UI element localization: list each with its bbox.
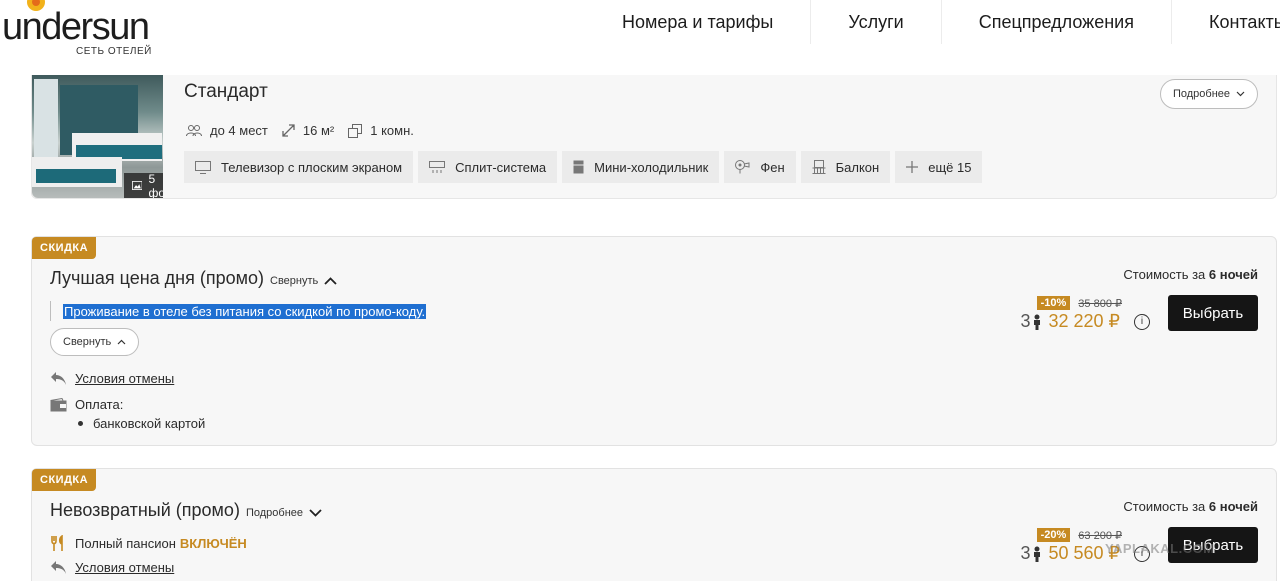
- discount-row: -20% 63 200 ₽: [1036, 528, 1122, 542]
- main-nav: Номера и тарифы Услуги Спецпредложения К…: [585, 0, 1280, 44]
- chevron-down-icon: [309, 509, 322, 517]
- payment-method-item: банковской картой: [78, 416, 205, 431]
- spec-capacity: до 4 мест: [186, 123, 268, 138]
- discount-badge: СКИДКА: [32, 237, 97, 259]
- rate-title: Невозвратный (промо) Подробнее: [50, 500, 322, 521]
- price-info-icon[interactable]: i: [1134, 313, 1150, 330]
- rate-card-non-refundable: СКИДКА Невозвратный (промо) Подробнее По…: [31, 468, 1277, 581]
- rate-card-best-price: СКИДКА Лучшая цена дня (промо) Свернуть …: [31, 236, 1277, 446]
- room-card: 5 фото Стандарт до 4 мест 16 м² 1 комн. …: [31, 75, 1277, 199]
- watermark: YAPLAKAL.COM: [1105, 541, 1215, 556]
- old-price: 35 800 ₽: [1078, 297, 1122, 310]
- discount-row: -10% 35 800 ₽: [1036, 296, 1122, 310]
- photo-count-badge[interactable]: 5 фото: [124, 171, 163, 199]
- chevron-down-icon: [1236, 91, 1245, 97]
- people-icon: [186, 124, 202, 136]
- amenity-balcony: Балкон: [800, 151, 891, 183]
- amenity-more[interactable]: ещё 15: [895, 151, 983, 183]
- fork-knife-icon: [51, 535, 63, 551]
- amenity-fridge: Мини-холодильник: [562, 151, 720, 183]
- site-header: undersun СЕТЬ ОТЕЛЕЙ Номера и тарифы Усл…: [0, 0, 1280, 75]
- meal-info: Полный пансион ВКЛЮЧЁН: [50, 535, 247, 552]
- undo-arrow-icon: [51, 561, 66, 574]
- rooms-icon: [348, 123, 363, 138]
- cost-label: Стоимость за 6 ночей: [1123, 267, 1258, 282]
- logo[interactable]: undersun СЕТЬ ОТЕЛЕЙ: [0, 0, 160, 70]
- hairdryer-icon: [735, 160, 750, 174]
- nav-rooms-and-rates[interactable]: Номера и тарифы: [585, 0, 812, 44]
- room-photo[interactable]: 5 фото: [32, 75, 163, 198]
- logo-wordmark: undersun: [2, 6, 150, 48]
- payment-info: Оплата:: [50, 397, 123, 412]
- discount-percent: -10%: [1036, 296, 1071, 310]
- person-icon: [1034, 314, 1041, 330]
- photo-count-label: 5 фото: [148, 171, 163, 199]
- rate-description: Проживание в отеле без питания со скидко…: [50, 301, 427, 321]
- image-icon: [132, 181, 143, 190]
- undo-arrow-icon: [51, 372, 66, 385]
- fridge-icon: [573, 160, 584, 174]
- guest-count: 3: [1020, 311, 1042, 332]
- discount-badge: СКИДКА: [32, 469, 97, 491]
- logo-subtitle: СЕТЬ ОТЕЛЕЙ: [76, 46, 152, 57]
- rate-title: Лучшая цена дня (промо) Свернуть: [50, 268, 337, 289]
- amenity-tv: Телевизор с плоским экраном: [184, 151, 414, 183]
- nav-services[interactable]: Услуги: [811, 0, 942, 44]
- guest-count: 3: [1020, 543, 1042, 564]
- room-details-button[interactable]: Подробнее: [1159, 79, 1258, 109]
- price-box: Стоимость за 6 ночей -20% 63 200 ₽ 3 50 …: [998, 499, 1258, 569]
- rate-name: Невозвратный (промо): [50, 500, 240, 520]
- cost-label: Стоимость за 6 ночей: [1123, 499, 1258, 514]
- amenity-hairdryer: Фен: [724, 151, 796, 183]
- room-title: Стандарт: [184, 81, 268, 102]
- area-icon: [282, 124, 295, 137]
- select-button[interactable]: Выбрать: [1168, 295, 1258, 331]
- amenity-ac: Сплит-система: [418, 151, 558, 183]
- spec-area: 16 м²: [282, 123, 334, 138]
- room-specs: до 4 мест 16 м² 1 комн.: [186, 123, 414, 138]
- collapse-button[interactable]: Свернуть: [50, 328, 140, 356]
- cancellation-terms[interactable]: Условия отмены: [50, 560, 174, 575]
- chevron-up-icon: [117, 339, 126, 345]
- amenities-list: Телевизор с плоским экраном Сплит-систем…: [184, 151, 983, 183]
- discount-percent: -20%: [1036, 528, 1071, 542]
- cancellation-terms[interactable]: Условия отмены: [50, 371, 174, 386]
- old-price: 63 200 ₽: [1078, 529, 1122, 542]
- ac-icon: [429, 160, 446, 173]
- meal-included-label: ВКЛЮЧЁН: [179, 536, 247, 551]
- rate-collapse-toggle[interactable]: Свернуть: [270, 275, 337, 287]
- plus-icon: [906, 161, 919, 173]
- nav-contacts[interactable]: Контакты: [1172, 0, 1280, 44]
- price-row: 3 32 220 ₽ i: [1020, 311, 1150, 332]
- current-price: 32 220 ₽: [1048, 311, 1120, 331]
- price-box: Стоимость за 6 ночей -10% 35 800 ₽ 3 32 …: [998, 267, 1258, 337]
- tv-icon: [195, 160, 211, 174]
- person-icon: [1034, 546, 1041, 562]
- balcony-icon: [812, 160, 826, 174]
- wallet-icon: [50, 397, 67, 411]
- rate-details-toggle[interactable]: Подробнее: [246, 507, 322, 519]
- nav-special-offers[interactable]: Спецпредложения: [942, 0, 1172, 44]
- chevron-up-icon: [324, 277, 337, 285]
- rate-name: Лучшая цена дня (промо): [50, 268, 264, 288]
- bullet: [78, 421, 83, 426]
- spec-rooms: 1 комн.: [348, 123, 414, 138]
